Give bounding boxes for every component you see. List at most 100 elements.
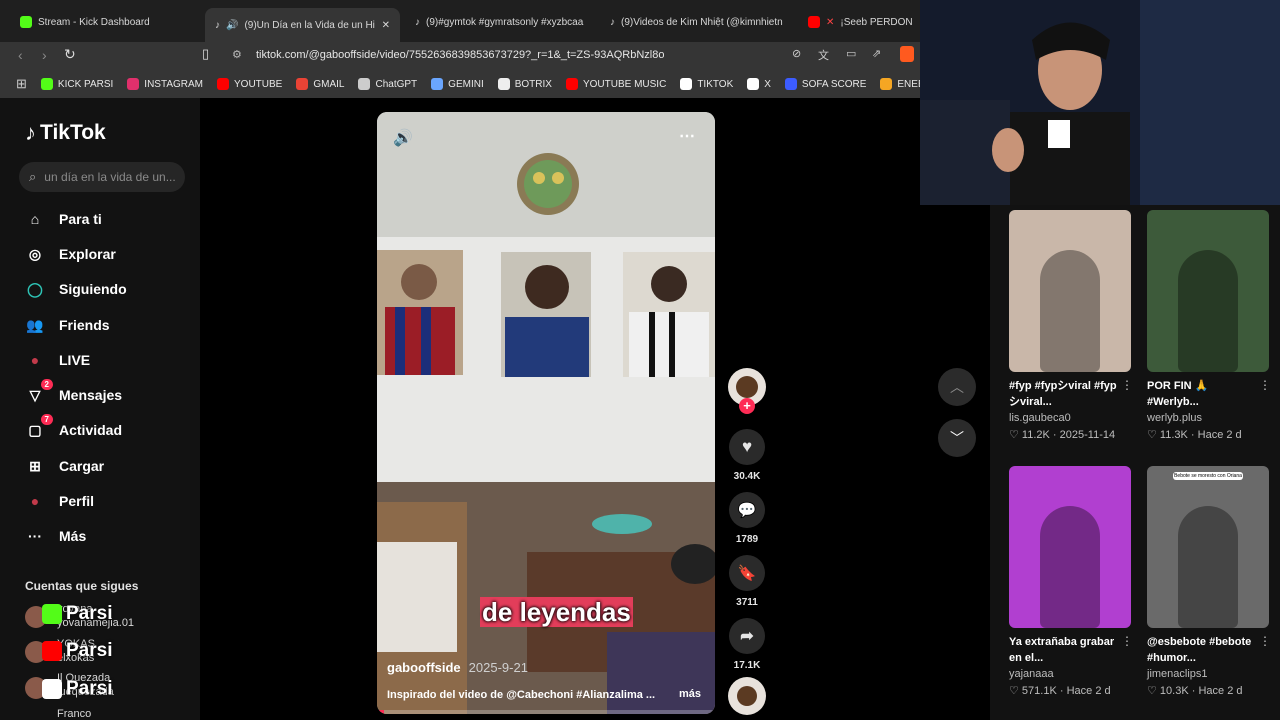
follow-plus-icon[interactable]: + bbox=[739, 398, 755, 414]
nav-label: Actividad bbox=[59, 422, 123, 438]
bookmark-item[interactable]: INSTAGRAM bbox=[127, 78, 203, 90]
bookmark-item[interactable]: YOUTUBE bbox=[217, 78, 282, 90]
card-author[interactable]: yajanaaa bbox=[1009, 668, 1131, 680]
video-thumbnail[interactable] bbox=[1009, 466, 1131, 628]
save-count: 3711 bbox=[736, 597, 758, 608]
notification-badge: 2 bbox=[40, 379, 53, 390]
card-menu-icon[interactable]: ⋮ bbox=[1121, 378, 1133, 392]
reload-icon[interactable]: ↻ bbox=[64, 46, 76, 63]
nav-item-explorar[interactable]: ◎ Explorar bbox=[25, 244, 116, 264]
nav-item-cargar[interactable]: ⊞ Cargar bbox=[25, 456, 104, 476]
music-disc-avatar[interactable] bbox=[728, 677, 766, 715]
card-title[interactable]: #fyp #fypシviral #fypシviral... bbox=[1009, 378, 1117, 410]
bookmark-label: INSTAGRAM bbox=[144, 78, 204, 90]
nav-item-perfil[interactable]: ● Perfil bbox=[25, 491, 94, 511]
back-icon[interactable]: ‹ bbox=[18, 47, 23, 63]
brand-text: Parsi bbox=[66, 640, 113, 661]
bookmark-item[interactable]: SOFA SCORE bbox=[784, 78, 866, 90]
card-title[interactable]: POR FIN 🙏 #Werlyb... bbox=[1147, 378, 1255, 410]
recommended-video-card[interactable]: POR FIN 🙏 #Werlyb... ⋮ werlyb.plus ♡ 11.3K … bbox=[1147, 210, 1271, 441]
card-author[interactable]: lis.gaubeca0 bbox=[1009, 412, 1131, 424]
comment-button[interactable]: 💬 1789 bbox=[728, 492, 766, 545]
url-field[interactable]: tiktok.com/@gabooffside/video/7552636839… bbox=[256, 42, 664, 68]
card-meta: ♡ 11.2K · 2025-11-14 bbox=[1009, 428, 1131, 441]
tiktok-icon: ♪ bbox=[215, 19, 220, 31]
search-box[interactable]: ⌕ un día en la vida de un... bbox=[19, 162, 185, 192]
nav-item-siguiendo[interactable]: ◯ Siguiendo bbox=[25, 279, 127, 299]
bookmark-item[interactable]: YOUTUBE MUSIC bbox=[565, 78, 667, 90]
browser-tab[interactable]: ♪ (9)#gymtok #gymratsonly #xyzbcaa bbox=[405, 8, 595, 36]
close-tab-icon[interactable]: ✕ bbox=[826, 17, 834, 28]
video-thumbnail[interactable] bbox=[1147, 210, 1269, 372]
card-meta: ♡ 11.3K · Hace 2 d bbox=[1147, 428, 1269, 441]
translate-icon[interactable]: 文 bbox=[818, 47, 829, 63]
more-link[interactable]: más bbox=[679, 688, 701, 700]
nav-item-live[interactable]: ● LIVE bbox=[25, 350, 90, 370]
compass-icon: ◎ bbox=[28, 245, 42, 262]
video-author[interactable]: gabooffside bbox=[387, 660, 461, 675]
close-tab-icon[interactable]: ✕ bbox=[382, 20, 390, 31]
video-meta: gabooffside 2025-9-21 bbox=[387, 660, 528, 675]
recommended-video-card[interactable]: #fyp #fypシviral #fypシviral... ⋮ lis.gaubec… bbox=[1009, 210, 1133, 441]
browser-tab[interactable]: ♪ (9)Videos de Kim Nhiệt (@kimnhietn bbox=[600, 8, 795, 36]
browser-tab[interactable]: Stream - Kick Dashboard bbox=[10, 8, 200, 36]
cast-icon[interactable]: ▭ bbox=[846, 47, 856, 60]
site-info-icon[interactable]: ⚙ bbox=[232, 48, 242, 61]
browser-tab[interactable]: ✕ ¡Seeb PERDON bbox=[798, 8, 920, 36]
card-title[interactable]: Ya extrañaba grabar en el... bbox=[1009, 634, 1117, 666]
eye-off-icon[interactable]: ⊘ bbox=[792, 47, 801, 60]
webcam-image bbox=[920, 0, 1280, 205]
bookmark-label: BOTRIX bbox=[514, 78, 552, 90]
nav-item-friends[interactable]: 👥 Friends bbox=[25, 315, 109, 335]
card-menu-icon[interactable]: ⋮ bbox=[1259, 378, 1271, 392]
share-button[interactable]: ➦ 17.1K bbox=[728, 618, 766, 671]
brave-shield-icon[interactable] bbox=[900, 46, 914, 62]
heart-outline-icon: ♡ bbox=[1009, 685, 1022, 697]
bookmark-favicon-icon bbox=[880, 78, 893, 90]
nav-item-m-s[interactable]: ··· Más bbox=[25, 526, 86, 546]
bookmark-item[interactable]: BOTRIX bbox=[497, 78, 552, 90]
share-icon[interactable]: ⇗ bbox=[872, 47, 881, 60]
nav-item-para-ti[interactable]: ⌂ Para ti bbox=[25, 209, 102, 229]
home-icon: ⌂ bbox=[30, 211, 40, 227]
video-player[interactable]: 🔊 ⋯ de leyendas gabooffside 2025-9-21 In… bbox=[377, 112, 715, 714]
bookmark-item[interactable]: GMAIL bbox=[296, 78, 344, 90]
browser-tab-active[interactable]: ♪ 🔊 (9)Un Día en la Vida de un Hi ✕ bbox=[205, 8, 400, 42]
video-thumbnail[interactable] bbox=[1009, 210, 1131, 372]
forward-icon[interactable]: › bbox=[42, 47, 47, 63]
bookmark-item[interactable]: ChatGPT bbox=[358, 78, 417, 90]
bookmark-item[interactable]: KICK PARSI bbox=[40, 78, 113, 90]
kick-icon bbox=[42, 604, 62, 624]
nav-label: Cargar bbox=[59, 458, 105, 474]
profile-icon: ● bbox=[30, 493, 40, 509]
nav-item-mensajes[interactable]: ▽ 2 Mensajes bbox=[25, 379, 122, 405]
volume-icon[interactable]: 🔊 bbox=[393, 128, 413, 148]
video-thumbnail[interactable]: Bebote se moresto con Oriana bbox=[1147, 466, 1269, 628]
tiktok-logo[interactable]: ♪ TikTok bbox=[25, 120, 106, 146]
nav-label: Siguiendo bbox=[59, 281, 127, 297]
bookmark-item[interactable]: TIKTOK bbox=[680, 78, 733, 90]
video-date: 2025-9-21 bbox=[468, 660, 528, 675]
bookmark-label: YOUTUBE MUSIC bbox=[582, 78, 667, 90]
bookmark-item[interactable]: GEMINI bbox=[431, 78, 484, 90]
save-button[interactable]: 🔖 3711 bbox=[728, 555, 766, 608]
messages-icon: ▽ 2 bbox=[25, 379, 53, 405]
following-account-name[interactable]: Franco bbox=[57, 708, 91, 720]
apps-grid-icon[interactable]: ⊞ bbox=[16, 76, 27, 92]
progress-track[interactable] bbox=[377, 710, 715, 714]
card-author[interactable]: jimenaclips1 bbox=[1147, 668, 1269, 680]
like-button[interactable]: ♥ 30.4K bbox=[728, 429, 766, 482]
nav-item-actividad[interactable]: ▢ 7 Actividad bbox=[25, 414, 123, 440]
card-menu-icon[interactable]: ⋮ bbox=[1121, 634, 1133, 648]
tab-title: ¡Seeb PERDON bbox=[840, 16, 913, 28]
more-options-icon[interactable]: ⋯ bbox=[679, 126, 695, 146]
bookmark-item[interactable]: X bbox=[747, 78, 771, 90]
recommended-video-card[interactable]: Ya extrañaba grabar en el... ⋮ yajanaaa ♡ 5… bbox=[1009, 466, 1133, 697]
card-menu-icon[interactable]: ⋮ bbox=[1259, 634, 1271, 648]
recommended-video-card[interactable]: Bebote se moresto con Oriana @esbebote #b… bbox=[1147, 466, 1271, 697]
next-video-button[interactable]: ﹀ bbox=[938, 419, 976, 457]
card-title[interactable]: @esbebote #bebote #humor... bbox=[1147, 634, 1255, 666]
bookmark-page-icon[interactable]: ▯ bbox=[202, 46, 209, 62]
previous-video-button[interactable]: ︿ bbox=[938, 368, 976, 406]
card-author[interactable]: werlyb.plus bbox=[1147, 412, 1269, 424]
